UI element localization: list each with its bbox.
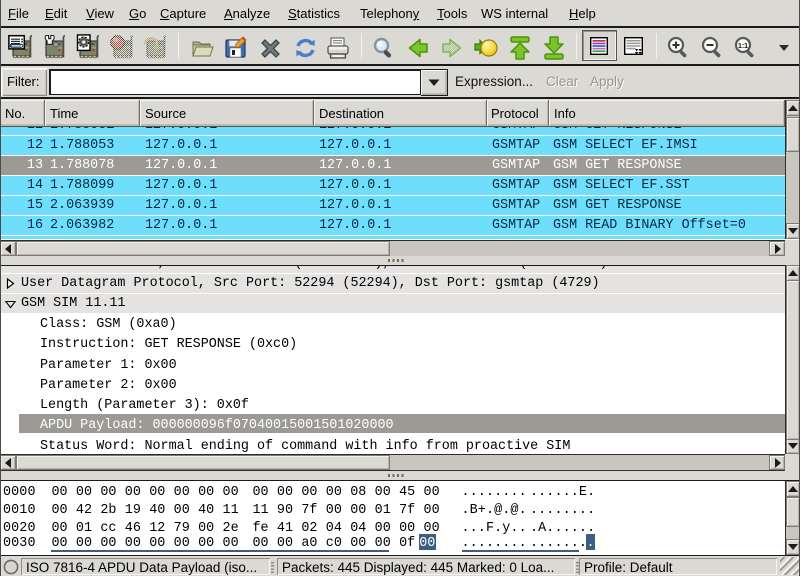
svg-text:1:1: 1:1 [738,43,748,50]
